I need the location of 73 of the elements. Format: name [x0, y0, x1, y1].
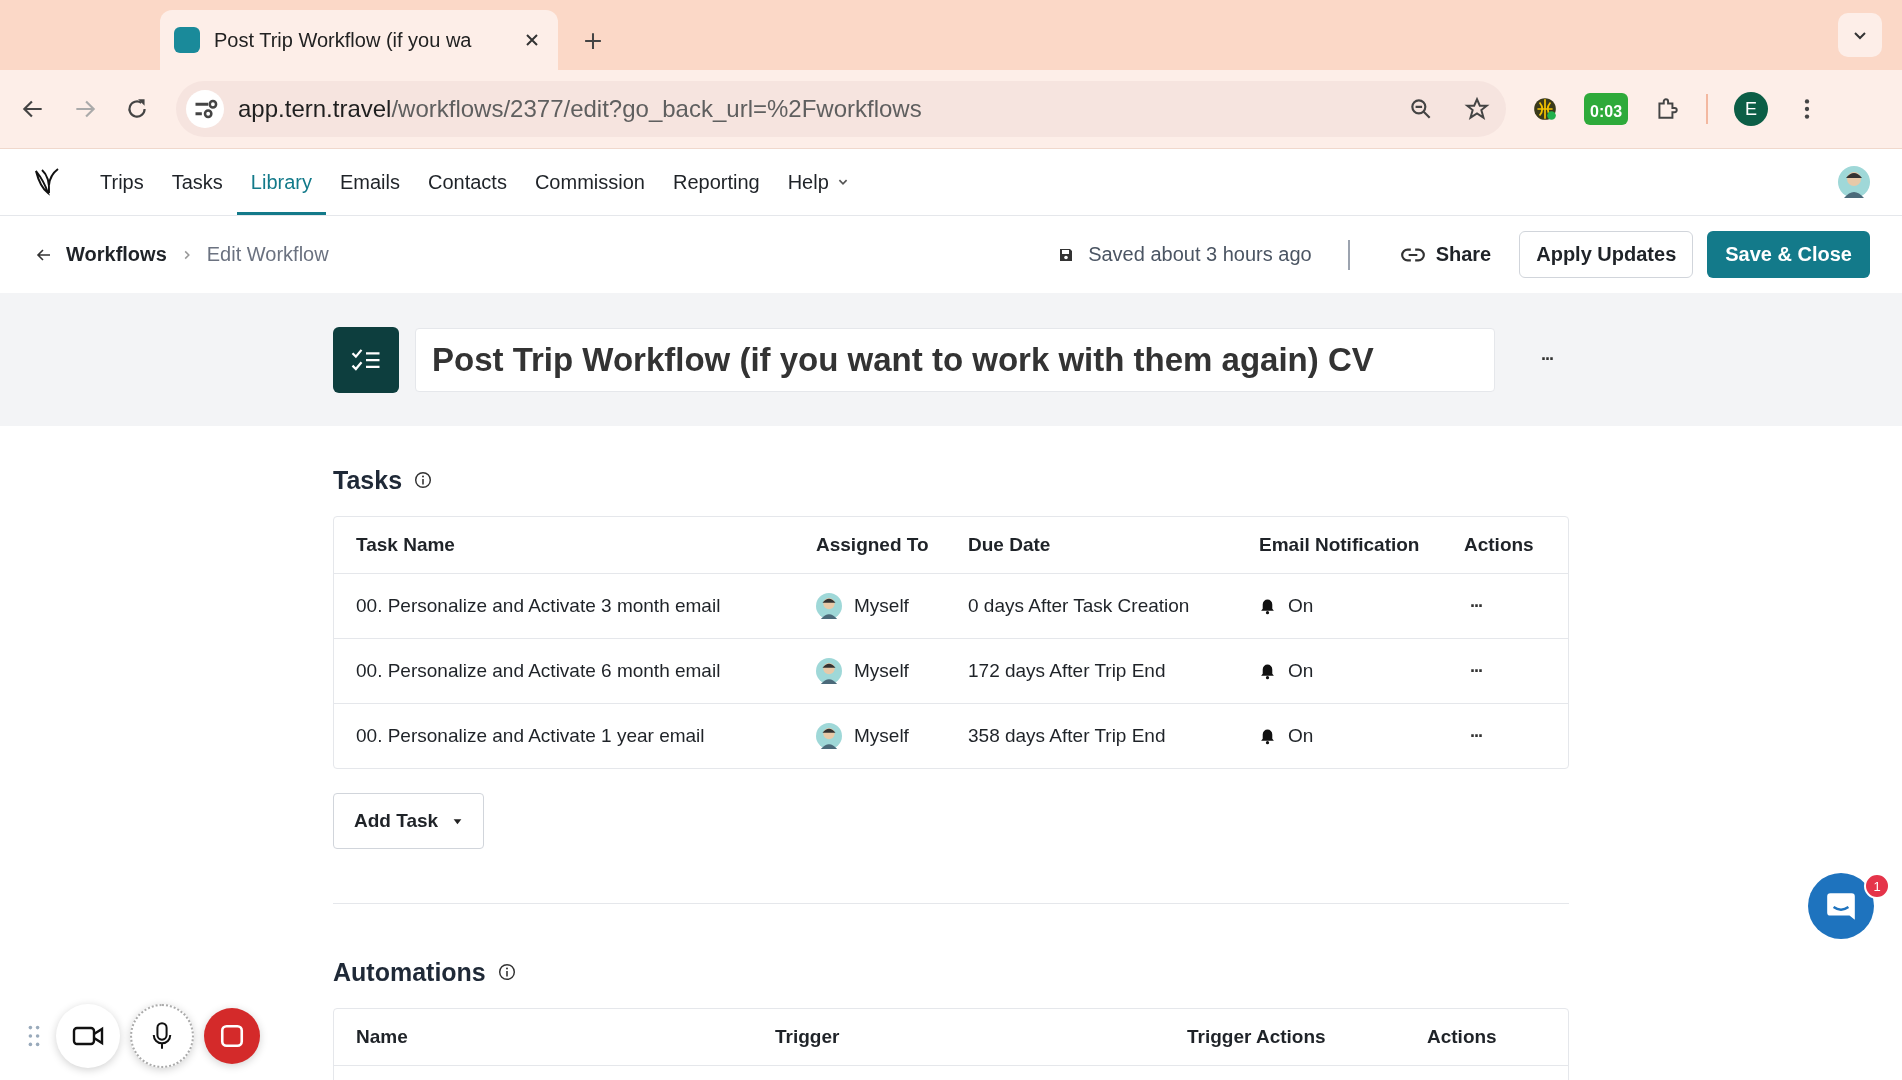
column-header: Email Notification [1259, 534, 1421, 556]
save-status: Saved about 3 hours ago [1088, 243, 1312, 266]
notification-status: On [1288, 595, 1314, 617]
column-header: Trigger Actions [1187, 1026, 1327, 1048]
microphone-icon [151, 1021, 173, 1051]
drag-handle-icon[interactable] [28, 1025, 40, 1047]
more-options-button[interactable]: ··· [1535, 348, 1559, 371]
checklist-icon [333, 326, 399, 393]
stop-recording-button[interactable] [204, 1008, 260, 1064]
nav-link[interactable]: Trips [86, 149, 158, 215]
notification-status: On [1288, 725, 1314, 747]
nav-link[interactable]: Emails [325, 149, 414, 215]
due-date: 358 days After Trip End [968, 725, 1167, 747]
column-header: Assigned To [816, 534, 930, 556]
user-avatar [816, 723, 842, 749]
info-icon[interactable] [497, 963, 516, 981]
tab-title: Post Trip Workflow (if you wa [214, 28, 473, 52]
breadcrumb-current: Edit Workflow [206, 243, 329, 266]
nav-link[interactable]: Commission [520, 149, 659, 215]
camera-button[interactable] [56, 1004, 120, 1068]
due-date: 172 days After Trip End [968, 660, 1167, 682]
row-actions-button[interactable]: ··· [1464, 659, 1488, 683]
task-name: 00. Personalize and Activate 6 month email [356, 660, 722, 682]
row-actions-button[interactable]: ··· [1464, 724, 1488, 748]
column-header: Due Date [968, 534, 1052, 556]
assignee-name: Myself [854, 725, 909, 747]
user-avatar [816, 658, 842, 684]
column-header: Actions [1464, 534, 1535, 556]
nav-link[interactable]: Tasks [157, 149, 237, 215]
task-name: 00. Personalize and Activate 1 year email [356, 725, 706, 747]
apply-updates-button[interactable]: Apply Updates [1519, 231, 1694, 278]
back-arrow-icon[interactable] [36, 246, 52, 263]
breadcrumb-link[interactable]: Workflows [66, 243, 167, 266]
nav-link[interactable]: Library [236, 149, 326, 215]
address-bar[interactable]: app.tern.travel/workflows/2377/edit?go_back_url=%2Fworkflows [176, 81, 1506, 137]
microphone-button[interactable] [130, 1004, 194, 1068]
star-icon[interactable] [1464, 96, 1490, 122]
video-camera-icon [72, 1024, 104, 1048]
user-avatar[interactable] [1838, 166, 1870, 198]
nav-link[interactable]: Reporting [658, 149, 774, 215]
site-settings-icon[interactable] [186, 90, 224, 128]
assignee-name: Myself [854, 595, 909, 617]
due-date: 0 days After Task Creation [968, 595, 1191, 617]
save-close-button[interactable]: Save & Close [1707, 231, 1870, 278]
assignee-name: Myself [854, 660, 909, 682]
task-name: 00. Personalize and Activate 3 month email [356, 595, 722, 617]
column-header: Task Name [356, 534, 456, 556]
extension-icon[interactable] [1532, 96, 1558, 122]
workflow-title-field[interactable]: Post Trip Workflow (if you want to work with them again) CV [415, 327, 1495, 392]
plus-icon[interactable] [584, 32, 602, 50]
row-actions-button[interactable]: ··· [1464, 594, 1488, 618]
url-path: /workflows/2377/edit?go_back_url=%2Fworkflows [391, 95, 922, 123]
section-heading: Tasks [333, 465, 403, 495]
section-heading: Automations [333, 957, 486, 987]
bell-icon [1259, 597, 1276, 615]
column-header: Name [356, 1026, 409, 1048]
add-task-button[interactable]: Add Task [333, 793, 485, 849]
share-button[interactable]: Share [1385, 231, 1506, 278]
bell-icon [1259, 727, 1276, 745]
profile-avatar[interactable]: E [1734, 92, 1769, 126]
column-header: Trigger [775, 1026, 841, 1048]
notification-status: On [1288, 660, 1314, 682]
column-header: Actions [1427, 1026, 1498, 1048]
notification-badge: 1 [1864, 873, 1890, 899]
bell-icon [1259, 662, 1276, 680]
url-host: app.tern.travel [238, 95, 392, 123]
close-icon[interactable] [524, 32, 540, 48]
info-icon[interactable] [414, 471, 433, 489]
browser-tab[interactable]: Post Trip Workflow (if you wa [160, 10, 558, 70]
nav-link[interactable]: Contacts [414, 149, 521, 215]
stop-icon [219, 1023, 245, 1049]
nav-link[interactable]: Help [773, 149, 863, 215]
user-avatar [816, 593, 842, 619]
